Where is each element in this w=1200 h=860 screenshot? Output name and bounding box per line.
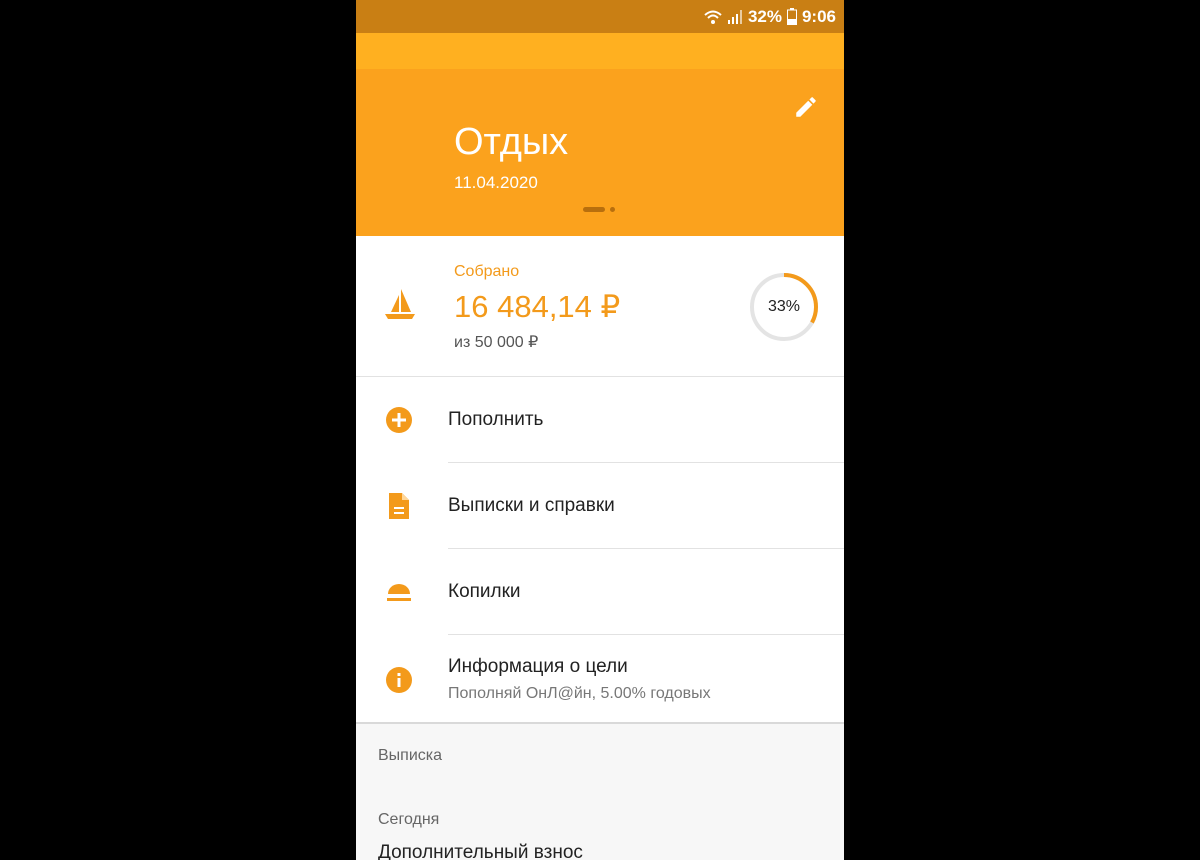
collected-amount: 16 484,14 ₽ [454, 289, 621, 324]
pencil-icon [793, 94, 819, 125]
menu-item-label: Пополнить [448, 409, 544, 430]
battery-percent: 32% [747, 6, 782, 26]
goal-date: 11.04.2020 [454, 173, 538, 192]
transaction-title[interactable]: Дополнительный взнос [378, 842, 583, 860]
page-indicator-dot [610, 207, 615, 212]
statement-section: Выписка Сегодня Дополнительный взнос [356, 724, 844, 860]
menu-item-label: Информация о цели [448, 656, 628, 677]
document-icon [382, 489, 416, 523]
menu-item-subtitle: Пополняй ОнЛ@йн, 5.00% годовых [448, 685, 711, 702]
page-indicator-active [583, 207, 605, 212]
menu-item-piggy-banks[interactable]: Копилки [356, 549, 844, 635]
signal-icon [727, 9, 743, 25]
date-group-label: Сегодня [378, 811, 440, 828]
phone-screen: 32% 9:06 Отдых 11.04.2020 Собрано 16 484… [356, 0, 844, 860]
collected-label: Собрано [454, 263, 520, 280]
header-top-band [356, 33, 844, 69]
status-bar: 32% 9:06 [356, 0, 844, 33]
menu-item-goal-info[interactable]: Информация о цели Пополняй ОнЛ@йн, 5.00%… [356, 635, 844, 721]
menu-item-statements[interactable]: Выписки и справки [356, 463, 844, 549]
savings-summary: Собрано 16 484,14 ₽ из 50 000 ₽ 33% [356, 236, 844, 377]
wifi-icon [704, 9, 722, 25]
menu-item-top-up[interactable]: Пополнить [356, 377, 844, 463]
edit-button[interactable] [788, 91, 824, 127]
page-indicator [583, 207, 615, 212]
sailboat-icon [382, 286, 418, 327]
statement-title: Выписка [378, 747, 443, 764]
goal-title: Отдых [454, 121, 569, 163]
goal-header: Отдых 11.04.2020 [356, 33, 844, 236]
info-icon [382, 663, 416, 697]
battery-icon [786, 8, 797, 25]
status-icons: 32% 9:06 [704, 0, 836, 33]
clock: 9:06 [801, 6, 836, 26]
target-amount: из 50 000 ₽ [454, 334, 539, 351]
piggy-bank-icon [382, 575, 416, 609]
menu-item-label: Выписки и справки [448, 495, 615, 516]
progress-percent: 33% [767, 298, 801, 315]
add-circle-icon [382, 403, 416, 437]
menu-item-label: Копилки [448, 581, 521, 602]
